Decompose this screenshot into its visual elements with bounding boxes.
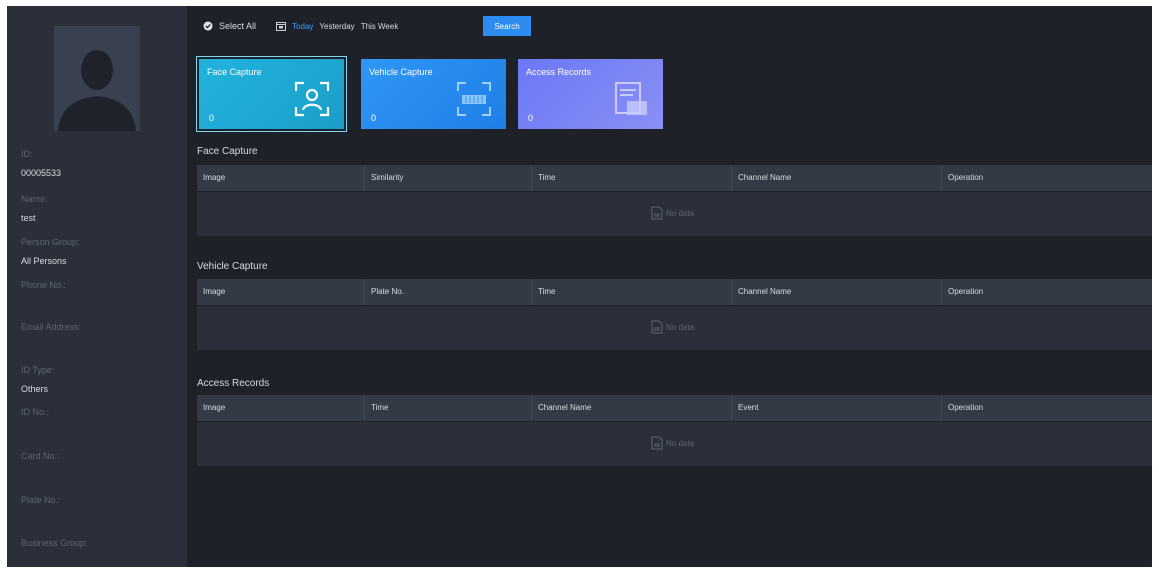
field-label: Card No.: (21, 451, 60, 461)
field-email: Email Address: (21, 321, 81, 340)
column-header: Channel Name (731, 279, 941, 305)
card-title: Access Records (526, 67, 592, 77)
column-header: Time (364, 395, 531, 421)
select-all-icon[interactable] (203, 21, 213, 31)
no-data-text: No data (666, 438, 695, 448)
field-person-group: Person Group: All Persons (21, 236, 80, 267)
filter-toolbar: Select All Today Yesterday This Week Sea… (203, 16, 531, 36)
field-id-no: ID No.: (21, 406, 49, 425)
table-body: No data (197, 305, 1152, 350)
select-all-label[interactable]: Select All (219, 21, 256, 31)
field-label: Plate No.: (21, 495, 61, 505)
column-header: Channel Name (531, 395, 731, 421)
column-header: Event (731, 395, 941, 421)
field-label: Name: (21, 194, 48, 204)
access-records-card[interactable]: Access Records 0 (518, 59, 663, 129)
field-label: Business Group: (21, 538, 88, 548)
face-capture-icon (294, 81, 330, 117)
empty-state: No data (651, 206, 694, 220)
field-plate-no: Plate No.: (21, 494, 61, 513)
field-business-group: Business Group: (21, 537, 88, 556)
field-id-type: ID Type: Others (21, 364, 54, 395)
vehicle-capture-table: Image Plate No. Time Channel Name Operat… (197, 279, 1152, 350)
card-title: Vehicle Capture (369, 67, 433, 77)
card-title: Face Capture (207, 67, 262, 77)
no-data-text: No data (666, 322, 695, 332)
field-name: Name: test (21, 193, 48, 224)
calendar-icon (276, 21, 287, 31)
access-records-icon (615, 82, 647, 115)
this-week-option[interactable]: This Week (361, 22, 399, 31)
card-count: 0 (371, 113, 377, 123)
column-header: Operation (941, 279, 1152, 305)
no-data-icon (651, 320, 663, 334)
field-phone: Phone No.: (21, 279, 66, 298)
column-header: Operation (941, 395, 1152, 421)
no-data-text: No data (666, 208, 695, 218)
face-capture-card[interactable]: Face Capture 0 (196, 56, 347, 132)
table-header: Image Time Channel Name Event Operation (197, 395, 1152, 421)
column-header: Channel Name (731, 165, 941, 191)
field-id: ID: 00005533 (21, 148, 61, 179)
column-header: Image (203, 287, 226, 296)
card-count: 0 (209, 113, 215, 123)
search-button[interactable]: Search (483, 16, 531, 36)
yesterday-option[interactable]: Yesterday (319, 22, 354, 31)
vehicle-capture-icon (457, 82, 491, 116)
field-label: Email Address: (21, 322, 82, 332)
field-value: All Persons (21, 256, 67, 266)
column-header: Operation (941, 165, 1152, 191)
table-header: Image Plate No. Time Channel Name Operat… (197, 279, 1152, 305)
table-header: Image Similarity Time Channel Name Opera… (197, 165, 1152, 191)
no-data-icon (651, 436, 663, 450)
field-card-no: Card No.: (21, 450, 60, 469)
field-label: Person Group: (21, 237, 80, 247)
field-label: ID No.: (21, 407, 50, 417)
card-count: 0 (528, 113, 534, 123)
field-value: 00005533 (21, 168, 62, 178)
field-label: Phone No.: (21, 280, 67, 290)
person-info-sidebar: ID: 00005533 Name: test Person Group: Al… (7, 6, 187, 567)
access-records-table: Image Time Channel Name Event Operation … (197, 395, 1152, 466)
table-body: No data (197, 191, 1152, 236)
column-header: Image (203, 173, 226, 182)
no-data-icon (651, 206, 663, 220)
column-header: Time (531, 165, 731, 191)
face-capture-table: Image Similarity Time Channel Name Opera… (197, 165, 1152, 236)
vehicle-capture-section-title: Vehicle Capture (197, 261, 268, 272)
field-label: ID: (21, 149, 33, 159)
table-body: No data (197, 421, 1152, 466)
column-header: Plate No. (364, 279, 531, 305)
column-header: Similarity (364, 165, 531, 191)
field-value: test (21, 213, 36, 223)
column-header: Time (531, 279, 731, 305)
face-capture-section-title: Face Capture (197, 146, 258, 157)
access-records-section-title: Access Records (197, 378, 270, 389)
column-header: Image (203, 403, 226, 412)
person-silhouette-icon (54, 26, 140, 131)
field-value: Others (21, 384, 49, 394)
today-option[interactable]: Today (292, 22, 313, 31)
empty-state: No data (651, 320, 694, 334)
avatar (54, 26, 140, 131)
field-label: ID Type: (21, 365, 55, 375)
person-detail-panel: ID: 00005533 Name: test Person Group: Al… (7, 6, 1152, 567)
empty-state: No data (651, 436, 694, 450)
vehicle-capture-card[interactable]: Vehicle Capture 0 (361, 59, 506, 129)
